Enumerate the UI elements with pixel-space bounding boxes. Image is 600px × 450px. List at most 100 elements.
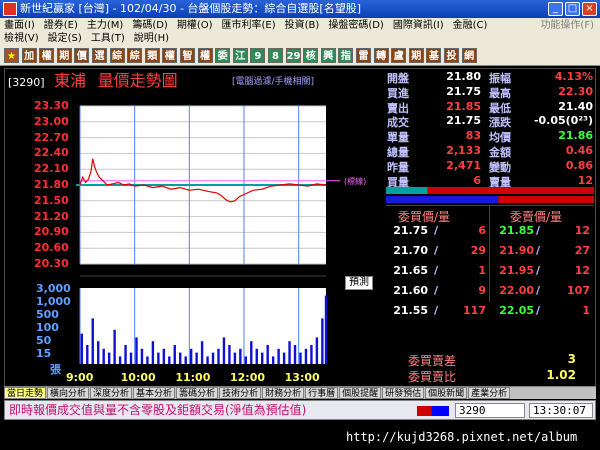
price-tick-label: 21.50 — [34, 193, 69, 207]
menu-item[interactable]: 匯市利率(E) — [222, 20, 276, 31]
ask-header: 委賣價/量 — [510, 210, 563, 224]
toolbar-button[interactable]: 權 — [39, 48, 55, 63]
time-tick-label: 10:00 — [120, 371, 156, 384]
window-title: 新世紀贏家 [台灣] - 102/04/30 - 台盤個股走勢：綜合自選股[名望… — [20, 2, 361, 15]
toolbar-button[interactable]: 價 — [74, 48, 90, 63]
bid-ask-diff-row: 委買賣差 3 — [386, 352, 594, 368]
toolbar-button[interactable]: 權 — [162, 48, 178, 63]
price-tick-label: 23.30 — [34, 99, 69, 112]
ratio-bar-buy — [386, 187, 428, 194]
ask-price: 22.05 — [499, 304, 534, 317]
toolbar-button[interactable]: 29 — [285, 48, 301, 63]
minimize-button[interactable]: _ — [548, 2, 563, 16]
analysis-tab[interactable]: 財務分析 — [262, 387, 305, 399]
toolbar-button[interactable]: 基 — [426, 48, 442, 63]
menu-item[interactable]: 國際資訊(I) — [393, 20, 444, 31]
menu-item[interactable]: 設定(S) — [48, 33, 82, 44]
menu-item[interactable]: 投資(B) — [285, 20, 320, 31]
toolbar-button[interactable]: 類 — [144, 48, 160, 63]
toolbar-button[interactable]: 盧 — [391, 48, 407, 63]
toolbar-button[interactable]: 9 — [250, 48, 266, 63]
volume-bar — [195, 352, 198, 364]
function-menu[interactable]: 功能操作(F) — [540, 19, 594, 32]
volume-bar — [233, 352, 237, 364]
quote-row: 開盤 21.80 振幅 4.13% — [385, 70, 595, 85]
volume-bar — [255, 348, 258, 364]
toolbar-button[interactable]: 加 — [21, 48, 37, 63]
time-tick-label: 11:00 — [175, 371, 211, 384]
menu-item[interactable]: 工具(T) — [91, 33, 125, 44]
volume-bar — [168, 356, 171, 364]
analysis-tab[interactable]: 行事曆 — [305, 387, 339, 399]
volume-bar — [228, 345, 231, 364]
menu-item[interactable]: 金融(C) — [453, 20, 488, 31]
quote-value: 6 — [473, 173, 481, 187]
toolbar-button[interactable]: 期 — [56, 48, 72, 63]
toolbar-button[interactable]: 雷 — [356, 48, 371, 63]
menu-row-primary: 畫面(I) 證券(E) 主力(M) 籌碼(D) 期權(O) 匯市利率(E) 投資(B) 操盤密… — [4, 19, 496, 32]
toolbar-button[interactable]: 興 — [320, 48, 336, 63]
toolbar: ★ 加權期價選綜綜類權智權委江 9 8 29 核興指雷轉盧期基投網 — [0, 46, 600, 66]
toolbar-button[interactable]: 綜 — [109, 48, 125, 63]
analysis-tab[interactable]: 基本分析 — [133, 387, 176, 399]
ratio-bar-sell — [427, 187, 594, 194]
ask-price: 21.85 — [499, 224, 534, 237]
analysis-tab[interactable]: 研發預估 — [382, 387, 425, 399]
bid-price: 21.70 — [393, 244, 428, 257]
quote-label: 變動 — [489, 160, 511, 174]
quote-value: 12 — [577, 173, 593, 187]
menu-item[interactable]: 主力(M) — [87, 20, 123, 31]
analysis-tab[interactable]: 個股提醒 — [339, 387, 382, 399]
forecast-button[interactable]: 預測 — [345, 276, 373, 290]
volume-bar — [129, 352, 133, 364]
analysis-tab[interactable]: 當日走勢 — [4, 387, 47, 399]
volume-bar — [124, 345, 127, 364]
toolbar-button[interactable]: 綜 — [127, 48, 143, 63]
quote-row: 單量 83 均價 21.86 — [385, 129, 595, 144]
volume-bar — [86, 345, 89, 364]
toolbar-button[interactable]: 轉 — [373, 48, 389, 63]
close-button[interactable]: × — [582, 2, 597, 16]
toolbar-button[interactable]: 權 — [197, 48, 213, 63]
toolbar-button[interactable]: 網 — [461, 48, 477, 63]
toolbar-button[interactable]: 指 — [338, 48, 354, 63]
ask-price: 22.00 — [499, 284, 534, 297]
menu-item[interactable]: 說明(H) — [134, 33, 169, 44]
chart-note: [電腦過濾/手機相關] — [232, 77, 315, 87]
toolbar-button[interactable]: 期 — [408, 48, 424, 63]
menu-item[interactable]: 籌碼(D) — [132, 20, 168, 31]
analysis-tab[interactable]: 橫向分析 — [47, 387, 90, 399]
menu-item[interactable]: 畫面(I) — [4, 20, 35, 31]
menu-item[interactable]: 期權(O) — [177, 20, 213, 31]
analysis-tab[interactable]: 個股新聞 — [425, 387, 468, 399]
toolbar-button[interactable]: 核 — [303, 48, 319, 63]
status-code-field[interactable]: 3290 — [455, 403, 525, 418]
quote-label: 買進 — [387, 86, 409, 100]
toolbar-button[interactable]: ★ — [4, 48, 19, 63]
bid-qty: 29 — [470, 244, 486, 257]
separator: / — [434, 244, 439, 257]
toolbar-button[interactable]: 江 — [232, 48, 248, 63]
analysis-tab[interactable]: 深度分析 — [90, 387, 133, 399]
toolbar-button[interactable]: 委 — [215, 48, 231, 63]
volume-bar — [135, 337, 138, 364]
quote-label: 成交 — [387, 116, 409, 130]
volume-bar — [173, 345, 176, 364]
menu-item[interactable]: 證券(E) — [44, 20, 78, 31]
toolbar-button[interactable]: 選 — [92, 48, 107, 63]
analysis-tab[interactable]: 技術分析 — [219, 387, 262, 399]
toolbar-button[interactable]: 投 — [444, 48, 459, 63]
menu-item[interactable]: 操盤密碼(D) — [328, 20, 384, 31]
toolbar-button[interactable]: 8 — [268, 48, 283, 63]
price-tick-label: 21.20 — [34, 209, 69, 223]
toolbar-button[interactable]: 智 — [180, 48, 195, 63]
analysis-tab[interactable]: 籌碼分析 — [176, 387, 219, 399]
separator: / — [434, 224, 439, 237]
menu-item[interactable]: 檢視(V) — [4, 33, 39, 44]
chart-title: 量價走勢圖 — [97, 71, 178, 90]
time-tick-label: 13:00 — [284, 371, 320, 384]
analysis-tab[interactable]: 產業分析 — [468, 387, 511, 399]
ask-qty: 27 — [574, 244, 590, 257]
maximize-button[interactable]: □ — [565, 2, 580, 16]
quote-value: 21.75 — [446, 84, 481, 98]
